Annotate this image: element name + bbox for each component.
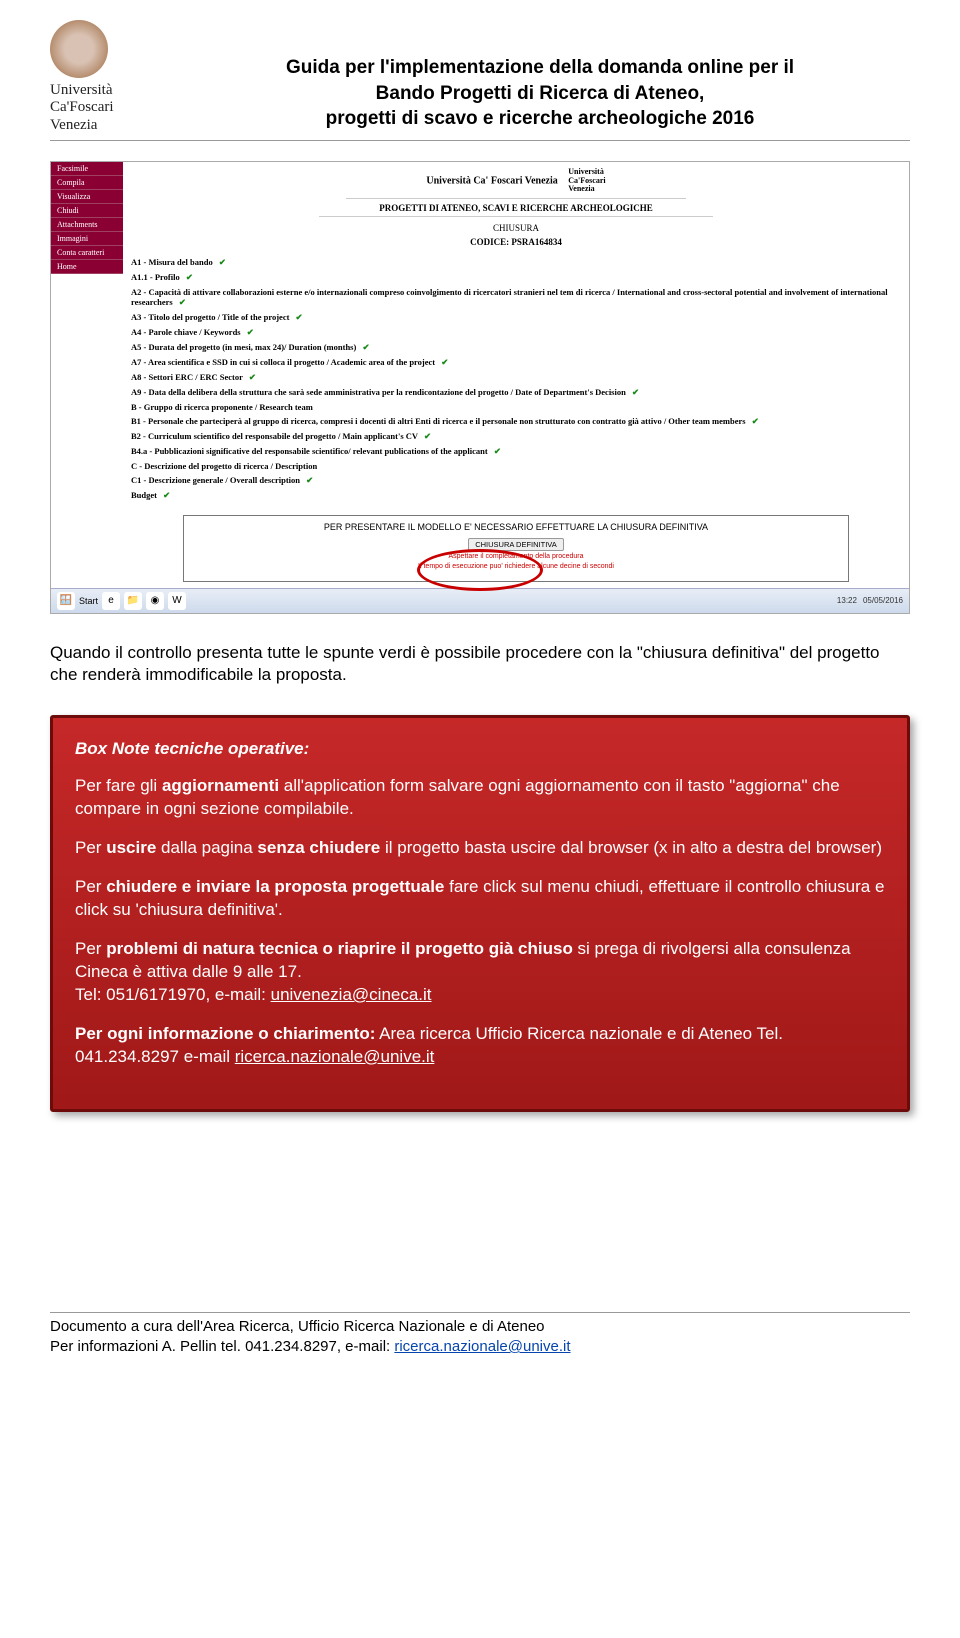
checklist-row: B - Gruppo di ricerca proponente / Resea… xyxy=(131,400,901,414)
check-icon: ✔ xyxy=(306,475,313,485)
check-icon: ✔ xyxy=(632,387,639,397)
checklist-row: A4 - Parole chiave / Keywords ✔ xyxy=(131,325,901,340)
notice-box: PER PRESENTARE IL MODELLO E' NECESSARIO … xyxy=(183,515,849,581)
technical-notes-box: Box Note tecniche operative: Per fare gl… xyxy=(50,715,910,1111)
notice-text: PER PRESENTARE IL MODELLO E' NECESSARIO … xyxy=(188,522,844,532)
sidebar-item[interactable]: Facsimile xyxy=(51,162,123,176)
note-title: Box Note tecniche operative: xyxy=(75,738,885,761)
sidebar-item[interactable]: Visualizza xyxy=(51,190,123,204)
windows-taskbar: 🪟 Start e 📁 ◉ W 13:22 05/05/2016 xyxy=(51,588,909,613)
page-footer: Documento a cura dell'Area Ricerca, Uffi… xyxy=(50,1312,910,1358)
checklist-row: A1 - Misura del bando ✔ xyxy=(131,255,901,270)
validation-checklist: A1 - Misura del bando ✔A1.1 - Profilo ✔A… xyxy=(123,251,909,509)
logo-text: Università Ca'Foscari Venezia xyxy=(50,82,114,134)
check-icon: ✔ xyxy=(163,490,170,500)
app-sidebar: Facsimile Compila Visualizza Chiudi Atta… xyxy=(51,162,123,274)
checklist-row: B1 - Personale che parteciperà al gruppo… xyxy=(131,414,901,429)
checklist-row: A3 - Titolo del progetto / Title of the … xyxy=(131,310,901,325)
screenshot-header: Università Ca' Foscari Venezia Universit… xyxy=(123,162,909,251)
checklist-row: B2 - Curriculum scientifico del responsa… xyxy=(131,429,901,444)
checklist-row: A1.1 - Profilo ✔ xyxy=(131,270,901,285)
check-icon: ✔ xyxy=(249,372,256,382)
title-line2: Bando Progetti di Ricerca di Ateneo, xyxy=(376,83,705,104)
embedded-screenshot: Facsimile Compila Visualizza Chiudi Atta… xyxy=(50,161,910,614)
footer-line2a: Per informazioni A. Pellin tel. 041.234.… xyxy=(50,1338,394,1355)
sidebar-item[interactable]: Home xyxy=(51,260,123,274)
clock-time: 13:22 xyxy=(837,596,857,605)
sidebar-item[interactable]: Immagini xyxy=(51,232,123,246)
title-line1: Guida per l'implementazione della domand… xyxy=(286,57,794,78)
ss-subtitle: PROGETTI DI ATENEO, SCAVI E RICERCHE ARC… xyxy=(319,203,712,217)
wait-text2: Il tempo di esecuzione puo' richiedere a… xyxy=(188,563,844,571)
logo-line1: Università xyxy=(50,82,112,98)
checklist-row: A5 - Durata del progetto (in mesi, max 2… xyxy=(131,340,901,355)
body-paragraph: Quando il controllo presenta tutte le sp… xyxy=(50,642,910,688)
logo-line2: Ca'Foscari xyxy=(50,99,114,115)
ie-icon[interactable]: e xyxy=(102,592,120,610)
sidebar-item[interactable]: Conta caratteri xyxy=(51,246,123,260)
check-icon: ✔ xyxy=(494,446,501,456)
explorer-icon[interactable]: 📁 xyxy=(124,592,142,610)
wait-text1: Aspettare il completamento della procedu… xyxy=(188,553,844,561)
check-icon: ✔ xyxy=(219,257,226,267)
check-icon: ✔ xyxy=(247,327,254,337)
check-icon: ✔ xyxy=(441,357,448,367)
logo-block: Università Ca'Foscari Venezia xyxy=(50,20,170,134)
checklist-row: A9 - Data della delibera della struttura… xyxy=(131,385,901,400)
clock-date: 05/05/2016 xyxy=(863,596,903,605)
page-title: Guida per l'implementazione della domand… xyxy=(170,20,910,132)
footer-email-link[interactable]: ricerca.nazionale@unive.it xyxy=(394,1338,570,1355)
check-icon: ✔ xyxy=(752,416,759,426)
checklist-row: C - Descrizione del progetto di ricerca … xyxy=(131,459,901,473)
ss-chiusura: CHIUSURA xyxy=(123,223,909,233)
logo-line3: Venezia xyxy=(50,117,97,133)
checklist-row: C1 - Descrizione generale / Overall desc… xyxy=(131,473,901,488)
checklist-row: A2 - Capacità di attivare collaborazioni… xyxy=(131,285,901,310)
check-icon: ✔ xyxy=(424,431,431,441)
start-label: Start xyxy=(79,596,98,606)
chrome-icon[interactable]: ◉ xyxy=(146,592,164,610)
sidebar-item[interactable]: Chiudi xyxy=(51,204,123,218)
checklist-row: A7 - Area scientifica e SSD in cui si co… xyxy=(131,355,901,370)
checklist-row: B4.a - Pubblicazioni significative del r… xyxy=(131,444,901,459)
chiusura-definitiva-button[interactable]: CHIUSURA DEFINITIVA xyxy=(468,538,564,551)
check-icon: ✔ xyxy=(296,312,303,322)
title-line3: progetti di scavo e ricerche archeologic… xyxy=(326,108,755,129)
sidebar-item[interactable]: Compila xyxy=(51,176,123,190)
start-button-icon[interactable]: 🪟 xyxy=(57,592,75,610)
footer-line1: Documento a cura dell'Area Ricerca, Uffi… xyxy=(50,1318,545,1335)
cineca-email-link[interactable]: univenezia@cineca.it xyxy=(271,985,432,1004)
checklist-row: A8 - Settori ERC / ERC Sector ✔ xyxy=(131,370,901,385)
check-icon: ✔ xyxy=(362,342,369,352)
ss-uni: Università Ca' Foscari Venezia xyxy=(426,175,557,186)
check-icon: ✔ xyxy=(179,297,186,307)
word-icon[interactable]: W xyxy=(168,592,186,610)
check-icon: ✔ xyxy=(186,272,193,282)
sidebar-item[interactable]: Attachments xyxy=(51,218,123,232)
ss-codice: CODICE: PSRA164834 xyxy=(123,237,909,247)
checklist-row: Budget ✔ xyxy=(131,488,901,503)
ss-small-logo: Università Ca'Foscari Venezia xyxy=(568,168,605,194)
ricerca-email-link[interactable]: ricerca.nazionale@unive.it xyxy=(235,1047,435,1066)
page-header: Università Ca'Foscari Venezia Guida per … xyxy=(50,20,910,141)
university-seal-icon xyxy=(50,20,108,78)
